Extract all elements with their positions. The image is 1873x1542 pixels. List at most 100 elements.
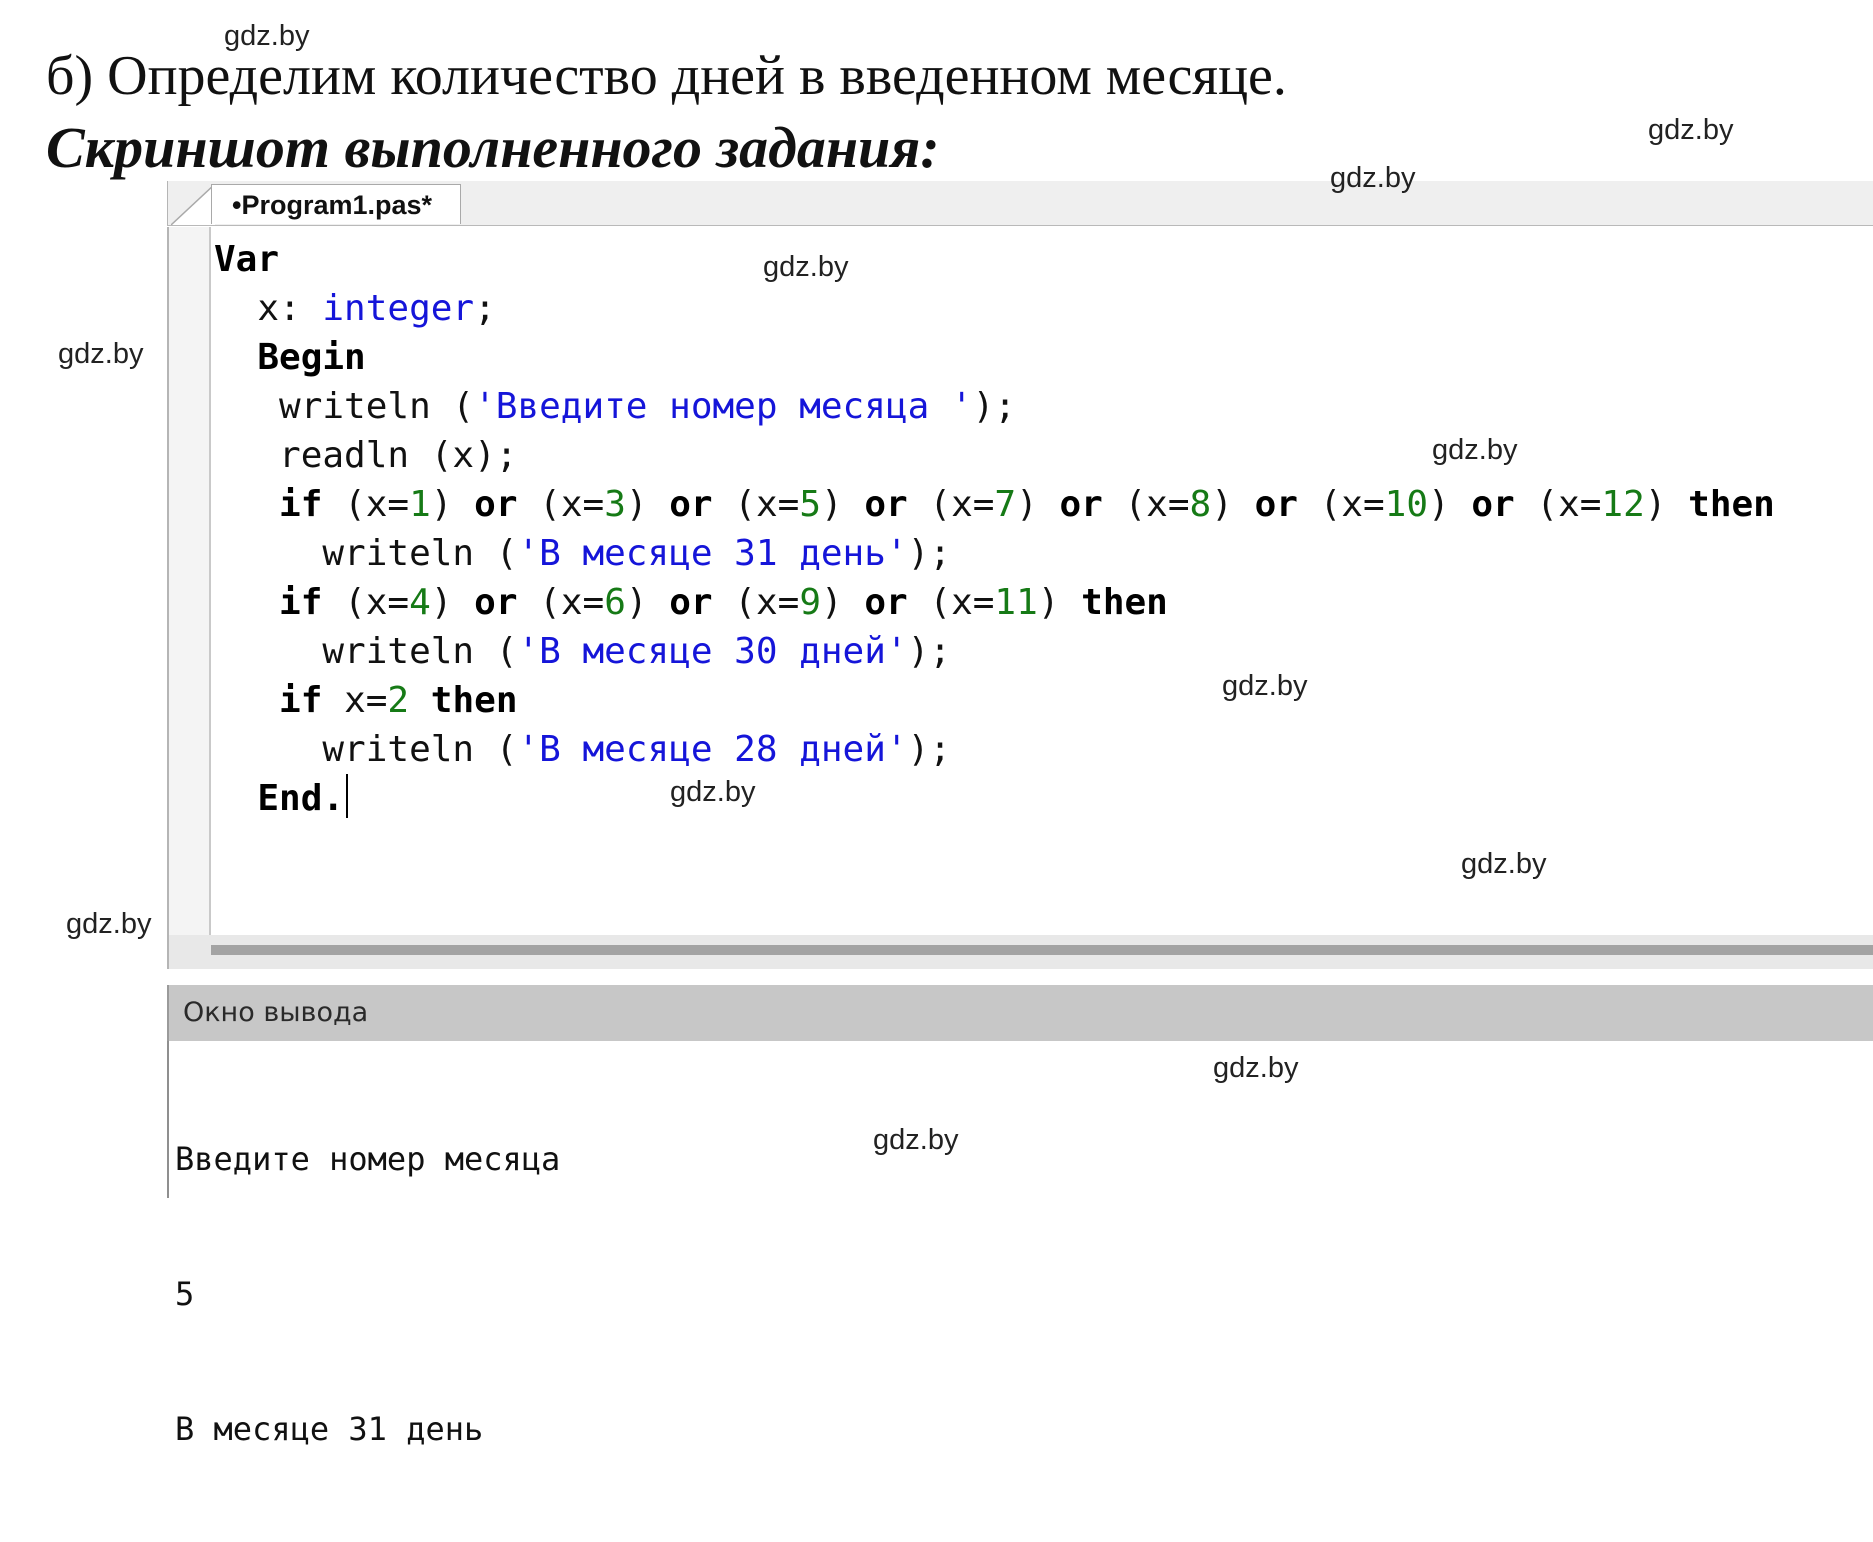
code-keyword: if [279, 582, 323, 623]
code-keyword: or [669, 484, 713, 525]
code-keyword: or [669, 582, 713, 623]
code-text: writeln ( [214, 729, 518, 770]
code-text: writeln ( [214, 533, 518, 574]
code-text: ) [821, 582, 865, 623]
ide-window: •Program1.pas* Var x: integer; Begin wri… [167, 181, 1873, 1448]
code-line: Var [214, 235, 1775, 284]
code-area[interactable]: Var x: integer; Begin writeln ('Введите … [214, 235, 1775, 823]
code-keyword: or [1471, 484, 1515, 525]
code-keyword: or [1059, 484, 1103, 525]
code-line: x: integer; [214, 284, 1775, 333]
watermark: gdz.by [1432, 434, 1518, 466]
code-text: ); [907, 533, 951, 574]
code-number: 1 [409, 484, 431, 525]
code-string: 'В месяце 28 дней' [517, 729, 908, 770]
code-text: (x= [1102, 484, 1190, 525]
code-text: (x= [712, 582, 800, 623]
tab-program1[interactable]: •Program1.pas* [211, 184, 461, 224]
code-keyword: or [474, 484, 518, 525]
code-text: ) [1644, 484, 1689, 525]
code-text: writeln ( [214, 631, 518, 672]
code-editor[interactable]: Var x: integer; Begin writeln ('Введите … [167, 227, 1873, 935]
code-text: ) [430, 582, 475, 623]
code-text: readln (x); [214, 435, 518, 476]
code-text: ) [430, 484, 475, 525]
code-line: if (x=4) or (x=6) or (x=9) or (x=11) the… [214, 578, 1775, 627]
tab-strip-border [167, 181, 168, 225]
code-line: writeln ('В месяце 31 день'); [214, 529, 1775, 578]
watermark: gdz.by [1222, 670, 1308, 702]
watermark: gdz.by [1461, 848, 1547, 880]
code-keyword: if [279, 484, 323, 525]
code-text: ) [625, 582, 670, 623]
output-window[interactable]: Введите номер месяца 5 В месяце 31 день [167, 1041, 1873, 1448]
output-text: Введите номер месяца 5 В месяце 31 день [175, 1047, 560, 1542]
code-text: ) [1211, 484, 1255, 525]
code-line: Begin [214, 333, 1775, 382]
watermark: gdz.by [670, 776, 756, 808]
code-number: 2 [387, 680, 410, 721]
code-number: 8 [1189, 484, 1212, 525]
code-keyword: Var [214, 239, 280, 280]
output-window-title: Окно вывода [183, 997, 369, 1028]
code-text: ) [1037, 582, 1082, 623]
code-number: 4 [409, 582, 431, 623]
text-caret [346, 774, 349, 818]
code-line: writeln ('В месяце 30 дней'); [214, 627, 1775, 676]
code-text: (x= [517, 582, 605, 623]
watermark: gdz.by [873, 1124, 959, 1156]
output-window-header: Окно вывода [167, 985, 1873, 1041]
code-line: End. [214, 774, 1775, 823]
code-number: 12 [1601, 484, 1645, 525]
code-string: 'Введите номер месяца ' [474, 386, 973, 427]
code-text: ) [821, 484, 865, 525]
code-text: ; [474, 288, 496, 329]
horizontal-scrollbar[interactable] [167, 935, 1873, 969]
code-line: readln (x); [214, 431, 1775, 480]
code-number: 11 [994, 582, 1038, 623]
screenshot-heading: Скриншот выполненного задания: [46, 115, 940, 180]
code-text: ) [625, 484, 670, 525]
code-number: 6 [604, 582, 626, 623]
code-line: if (x=1) or (x=3) or (x=5) or (x=7) or (… [214, 480, 1775, 529]
watermark: gdz.by [224, 20, 310, 52]
code-text: ); [972, 386, 1016, 427]
code-keyword: or [1254, 484, 1298, 525]
code-number: 5 [799, 484, 821, 525]
code-string: 'В месяце 30 дней' [517, 631, 908, 672]
task-statement: б) Определим количество дней в введенном… [46, 45, 1287, 107]
code-string: 'В месяце 31 день' [517, 533, 908, 574]
code-keyword: then [1688, 484, 1775, 525]
code-text: ) [1016, 484, 1060, 525]
code-text: (x= [517, 484, 605, 525]
code-text: (x= [1297, 484, 1385, 525]
code-text: x= [322, 680, 388, 721]
code-keyword: if [279, 680, 323, 721]
code-text: (x= [907, 582, 995, 623]
code-keyword: or [864, 484, 908, 525]
code-line: writeln ('Введите номер месяца '); [214, 382, 1775, 431]
code-keyword: or [474, 582, 518, 623]
code-text: (x= [322, 582, 410, 623]
watermark: gdz.by [66, 908, 152, 940]
scrollbar-thumb[interactable] [211, 945, 1873, 955]
code-keyword: or [864, 582, 908, 623]
code-text: (x= [907, 484, 995, 525]
code-keyword: End. [257, 778, 345, 819]
code-text: ); [907, 729, 951, 770]
code-number: 7 [994, 484, 1017, 525]
watermark: gdz.by [763, 251, 849, 283]
code-keyword: then [430, 680, 518, 721]
code-text: (x= [712, 484, 800, 525]
editor-gutter [169, 227, 211, 935]
code-number: 9 [799, 582, 821, 623]
code-text: (x= [322, 484, 410, 525]
output-line: В месяце 31 день [175, 1410, 484, 1448]
code-text: writeln ( [214, 386, 475, 427]
watermark: gdz.by [1330, 162, 1416, 194]
